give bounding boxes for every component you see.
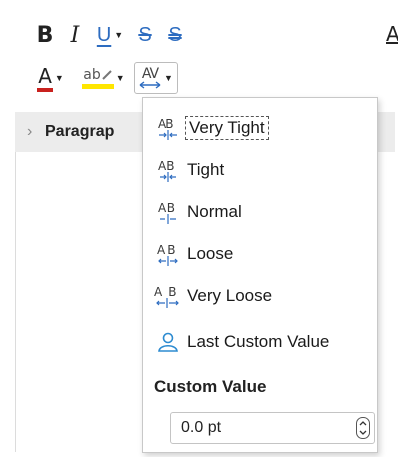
italic-button[interactable]: I [60, 22, 90, 48]
menu-item-last-custom-value[interactable]: Last Custom Value [149, 325, 373, 359]
svg-text:AB: AB [154, 285, 182, 299]
format-toolbar-row-1: B I U ▼ S S [30, 20, 190, 50]
loose-spacing-icon: AB [149, 237, 187, 271]
menu-item-normal[interactable]: AB Normal [149, 195, 373, 229]
svg-text:AB: AB [158, 201, 175, 215]
chevron-down-icon: ▼ [164, 73, 173, 83]
very-tight-spacing-icon: AB [149, 111, 187, 145]
chevron-down-icon[interactable]: ▼ [55, 73, 64, 83]
svg-text:AB: AB [158, 117, 173, 131]
underline-glyph: U [96, 23, 112, 46]
menu-item-label: Very Tight [185, 116, 269, 140]
character-spacing-button[interactable]: AV ▼ [134, 62, 178, 94]
highlight-button[interactable]: ab ▼ [74, 65, 134, 91]
font-color-icon: A [37, 64, 53, 92]
sidebar-divider [15, 152, 16, 452]
chevron-down-icon[interactable]: ▼ [114, 30, 123, 40]
highlighter-icon: ab [82, 67, 115, 89]
character-spacing-menu: AB Very Tight AB Tight AB Normal AB Loos… [142, 97, 378, 453]
menu-item-label: Last Custom Value [187, 332, 330, 351]
font-color-button[interactable]: A ▼ [28, 64, 74, 92]
custom-value-heading: Custom Value [154, 377, 267, 396]
spin-buttons[interactable] [352, 414, 374, 442]
paragraph-section-label: Paragrap [45, 123, 115, 140]
normal-spacing-icon: AB [149, 195, 187, 229]
menu-item-very-loose[interactable]: AB Very Loose [149, 279, 373, 313]
tight-spacing-icon: AB [149, 153, 187, 187]
format-toolbar-row-2: A ▼ ab ▼ AV ▼ [28, 62, 178, 94]
menu-item-label: Very Loose [187, 286, 273, 305]
svg-text:AB: AB [157, 243, 177, 257]
menu-item-label: Tight [187, 160, 225, 179]
underline-button[interactable]: U ▼ [90, 22, 130, 48]
bold-button[interactable]: B [30, 22, 60, 48]
menu-item-label: Loose [187, 244, 234, 263]
custom-value-spinbox[interactable]: 0.0 pt [170, 412, 375, 444]
very-loose-spacing-icon: AB [149, 279, 187, 313]
custom-value-input[interactable]: 0.0 pt [171, 419, 352, 437]
chevron-down-icon[interactable]: ▼ [116, 73, 125, 83]
double-strikethrough-button[interactable]: S [160, 22, 190, 48]
menu-item-label: Normal [187, 202, 242, 221]
menu-item-loose[interactable]: AB Loose [149, 237, 373, 271]
svg-text:AB: AB [158, 159, 174, 173]
user-icon [149, 325, 187, 359]
chevron-right-icon: › [27, 123, 33, 140]
menu-item-tight[interactable]: AB Tight [149, 153, 373, 187]
strikethrough-button[interactable]: S [130, 22, 160, 48]
menu-item-very-tight[interactable]: AB Very Tight [149, 111, 373, 145]
truncated-toolbar-button[interactable]: A [386, 22, 398, 46]
character-spacing-icon: AV [139, 67, 161, 89]
spin-arrows-icon [356, 417, 370, 439]
